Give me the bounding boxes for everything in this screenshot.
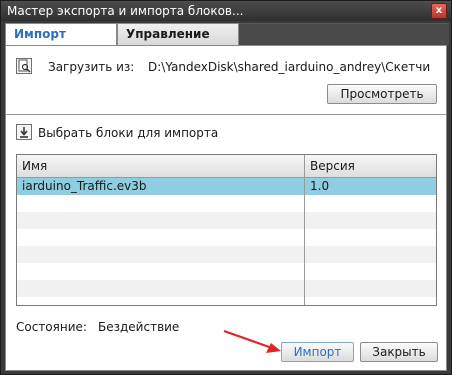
window-title: Мастер экспорта и импорта блоков... [7,4,244,18]
title-bar[interactable]: Мастер экспорта и импорта блоков... x [1,1,451,21]
tab-bar-filler [239,23,449,45]
close-button[interactable]: Закрыть [360,342,438,362]
import-export-dialog: Мастер экспорта и импорта блоков... x Им… [0,0,452,375]
close-window-button[interactable]: x [431,3,447,19]
tab-manage[interactable]: Управление [117,23,239,45]
import-panel: Загрузить из: D:\YandexDisk\shared_iardu… [5,45,447,371]
tab-import[interactable]: Импорт [5,23,117,45]
tab-bar: Импорт Управление [5,23,449,45]
import-button[interactable]: Импорт [281,342,354,362]
red-arrow-annotation [223,329,281,353]
close-icon: x [435,5,443,16]
